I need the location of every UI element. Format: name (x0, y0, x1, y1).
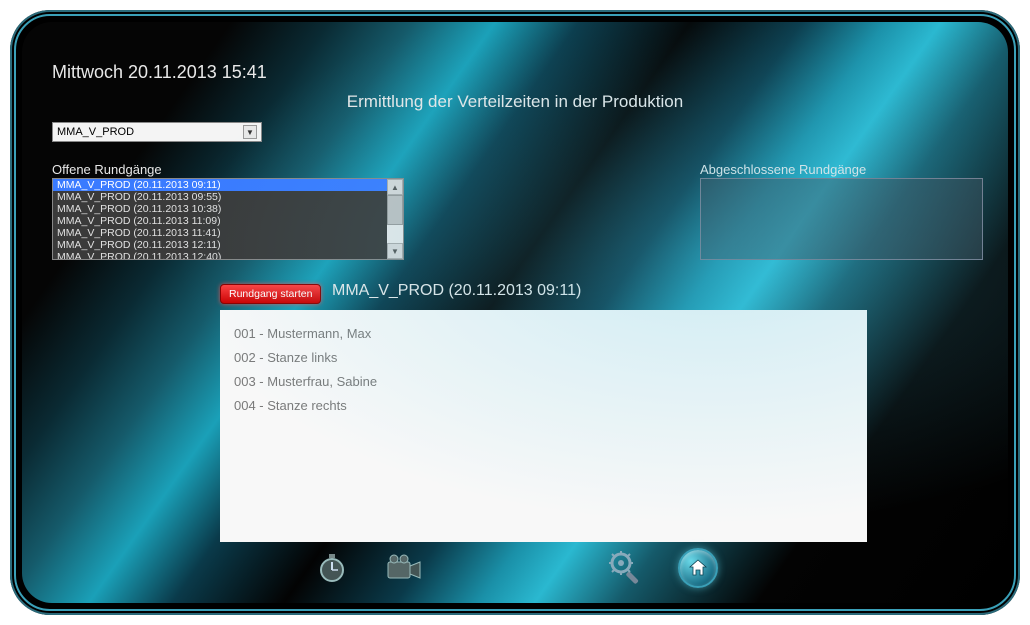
scroll-up-icon[interactable]: ▲ (387, 179, 403, 195)
camera-button[interactable] (383, 547, 425, 589)
closed-rounds-list[interactable] (700, 178, 983, 260)
detail-item[interactable]: 003 - Musterfrau, Sabine (234, 370, 853, 394)
detail-item[interactable]: 001 - Mustermann, Max (234, 322, 853, 346)
area-select[interactable]: MMA_V_PROD ▼ (52, 122, 262, 142)
datetime-label: Mittwoch 20.11.2013 15:41 (52, 62, 267, 83)
detail-item[interactable]: 002 - Stanze links (234, 346, 853, 370)
stopwatch-button[interactable] (311, 547, 353, 589)
scroll-down-icon[interactable]: ▼ (387, 243, 403, 259)
list-item[interactable]: MMA_V_PROD (20.11.2013 09:11) (53, 179, 387, 191)
list-item[interactable]: MMA_V_PROD (20.11.2013 12:11) (53, 239, 387, 251)
settings-button[interactable] (605, 547, 647, 589)
bottom-toolbar (22, 547, 1008, 589)
scroll-track[interactable] (387, 225, 403, 243)
start-round-button[interactable]: Rundgang starten (220, 284, 321, 304)
list-item[interactable]: MMA_V_PROD (20.11.2013 12:40) (53, 251, 387, 259)
area-select-value: MMA_V_PROD (57, 126, 134, 138)
device-frame: Mittwoch 20.11.2013 15:41 Ermittlung der… (10, 10, 1020, 615)
settings-icon (607, 549, 645, 587)
detail-item[interactable]: 004 - Stanze rechts (234, 394, 853, 418)
open-rounds-label: Offene Rundgänge (52, 162, 162, 177)
scrollbar[interactable]: ▲ ▼ (387, 179, 403, 259)
toolbar-spacer (455, 547, 575, 589)
round-detail-panel: 001 - Mustermann, Max002 - Stanze links0… (220, 310, 867, 542)
list-item[interactable]: MMA_V_PROD (20.11.2013 11:41) (53, 227, 387, 239)
chevron-down-icon: ▼ (243, 125, 257, 139)
home-icon (688, 558, 708, 578)
list-item[interactable]: MMA_V_PROD (20.11.2013 10:38) (53, 203, 387, 215)
camera-icon (384, 552, 424, 584)
list-item[interactable]: MMA_V_PROD (20.11.2013 11:09) (53, 215, 387, 227)
screen-background: Mittwoch 20.11.2013 15:41 Ermittlung der… (22, 22, 1008, 603)
scroll-thumb[interactable] (387, 195, 403, 225)
closed-rounds-label: Abgeschlossene Rundgänge (700, 162, 866, 177)
selected-round-title: MMA_V_PROD (20.11.2013 09:11) (332, 282, 581, 300)
list-item[interactable]: MMA_V_PROD (20.11.2013 09:55) (53, 191, 387, 203)
home-button[interactable] (677, 547, 719, 589)
open-rounds-list[interactable]: MMA_V_PROD (20.11.2013 09:11)MMA_V_PROD … (52, 178, 404, 260)
page-title: Ermittlung der Verteilzeiten in der Prod… (22, 92, 1008, 112)
stopwatch-icon (314, 550, 350, 586)
